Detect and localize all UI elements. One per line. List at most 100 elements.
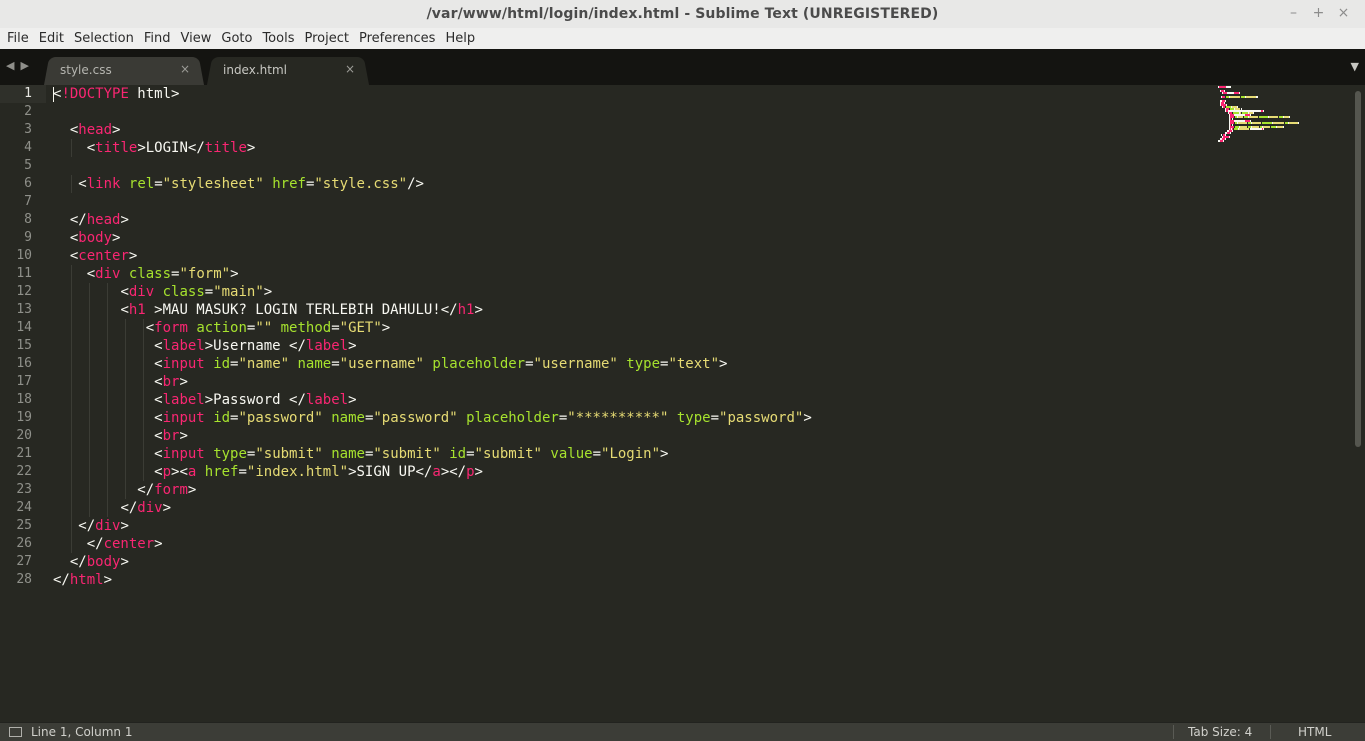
code-token: label	[305, 392, 349, 408]
line-number: 2	[24, 104, 32, 119]
menu-preferences[interactable]: Preferences	[354, 29, 440, 48]
code-token: id	[213, 356, 231, 372]
code-token: >	[660, 446, 669, 462]
tab-index-html[interactable]: index.html ×	[207, 55, 369, 85]
indent-guide	[71, 499, 72, 517]
line-number: 17	[16, 374, 32, 389]
menu-project[interactable]: Project	[299, 29, 353, 48]
minimize-icon[interactable]: –	[1286, 4, 1301, 22]
code-token: <	[120, 284, 129, 300]
line-number: 19	[16, 410, 32, 425]
line-number-gutter[interactable]: 1 2 3 4 5 6 7 8 9 10 11 12 13 14 15 16 17 18 19 20 21 22 23 24 2…	[0, 85, 46, 722]
code-token: "GET"	[339, 320, 382, 336]
code-token: >MAU MASUK? LOGIN TERLEBIH DAHULU!</	[145, 302, 458, 318]
code-token: label	[305, 338, 349, 354]
line-number: 3	[24, 122, 32, 137]
tab-size-selector[interactable]: Tab Size: 4	[1188, 725, 1252, 739]
panel-toggle-icon[interactable]	[9, 727, 22, 737]
indent-guide	[143, 373, 144, 391]
indent-guide	[71, 139, 72, 157]
code-token: >	[112, 230, 121, 246]
tab-close-icon[interactable]: ×	[180, 62, 190, 76]
code-token: type	[626, 356, 660, 372]
minimap[interactable]	[1218, 86, 1318, 146]
code-line: <title>LOGIN</title>	[53, 139, 256, 157]
indent-guide	[89, 319, 90, 337]
minimap-mark	[1269, 116, 1279, 118]
line-number: 13	[16, 302, 32, 317]
indent-guide	[143, 463, 144, 481]
code-token: >	[348, 392, 357, 408]
minimap-mark	[1252, 122, 1262, 124]
tab-next-icon[interactable]: ▶	[20, 59, 28, 72]
menu-goto[interactable]: Goto	[216, 29, 257, 48]
indent-guide	[143, 319, 144, 337]
code-token: html>	[128, 86, 180, 102]
minimap-mark	[1223, 140, 1225, 142]
line-number: 14	[16, 320, 32, 335]
code-editor[interactable]: <!DOCTYPE html> <head> <title>LOGIN</tit…	[53, 85, 1205, 722]
code-token: method	[280, 320, 332, 336]
maximize-icon[interactable]: +	[1311, 4, 1326, 22]
tab-style-css[interactable]: style.css ×	[44, 55, 204, 85]
minimap-mark	[1272, 122, 1284, 124]
tab-list-dropdown-icon[interactable]: ▼	[1351, 60, 1359, 73]
indent-guide	[107, 301, 108, 319]
tab-close-icon[interactable]: ×	[345, 62, 355, 76]
code-token: body	[78, 230, 113, 246]
menu-file[interactable]: File	[2, 29, 34, 48]
indent-guide	[143, 427, 144, 445]
code-token: placeholder	[466, 410, 559, 426]
code-token: >Password </	[204, 392, 306, 408]
code-line: <br>	[53, 373, 188, 391]
menu-help[interactable]: Help	[440, 29, 480, 48]
code-token: id	[213, 410, 231, 426]
indent-guide	[107, 409, 108, 427]
code-line: <div class="form">	[53, 265, 239, 283]
code-token: <	[120, 302, 129, 318]
minimap-mark	[1226, 86, 1232, 88]
vertical-scrollbar[interactable]	[1352, 85, 1364, 722]
indent-guide	[125, 481, 126, 499]
code-token: value	[550, 446, 593, 462]
line-number: 15	[16, 338, 32, 353]
menu-selection[interactable]: Selection	[69, 29, 139, 48]
code-token: html	[69, 572, 104, 588]
code-token: <	[154, 374, 163, 390]
indent-guide	[125, 319, 126, 337]
minimap-mark	[1255, 96, 1258, 98]
code-token: =	[710, 410, 720, 426]
indent-guide	[125, 337, 126, 355]
menu-find[interactable]: Find	[139, 29, 176, 48]
menu-edit[interactable]: Edit	[34, 29, 69, 48]
syntax-selector[interactable]: HTML	[1298, 725, 1331, 739]
line-number: 9	[24, 230, 32, 245]
indent-guide	[107, 427, 108, 445]
code-token: <	[86, 140, 96, 156]
scrollbar-thumb[interactable]	[1355, 91, 1361, 447]
code-token: link	[86, 176, 121, 192]
cursor-position: Line 1, Column 1	[31, 725, 133, 739]
code-token: >	[112, 122, 121, 138]
code-token: title	[95, 140, 138, 156]
code-token: <	[154, 428, 163, 444]
minimap-mark	[1237, 116, 1244, 118]
tab-prev-icon[interactable]: ◀	[6, 59, 14, 72]
indent-guide	[71, 301, 72, 319]
code-token: head	[86, 212, 121, 228]
code-token: head	[78, 122, 113, 138]
indent-guide	[107, 373, 108, 391]
menu-tools[interactable]: Tools	[257, 29, 299, 48]
minimap-mark	[1289, 122, 1299, 124]
code-token: </	[78, 518, 96, 534]
close-icon[interactable]: ×	[1336, 4, 1351, 22]
menu-view[interactable]: View	[176, 29, 217, 48]
